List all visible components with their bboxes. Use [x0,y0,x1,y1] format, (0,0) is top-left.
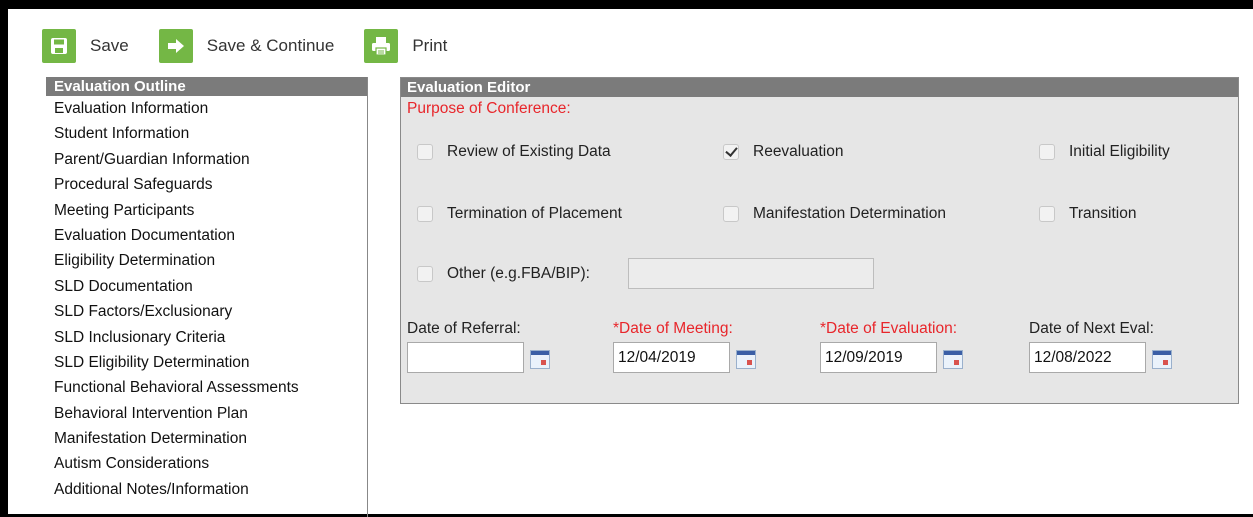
calendar-icon[interactable] [530,350,550,369]
outline-item-parent-guardian-information[interactable]: Parent/Guardian Information [54,147,367,172]
referral-date-label: Date of Referral: [407,320,521,337]
outline-item-procedural-safeguards[interactable]: Procedural Safeguards [54,172,367,197]
editor-header: Evaluation Editor [401,78,1238,97]
initial-eligibility-checkbox[interactable] [1039,144,1055,160]
option-review: Review of Existing Data [417,143,611,161]
option-termination: Termination of Placement [417,205,622,223]
purpose-label: Purpose of Conference: [407,100,571,117]
outline-item-fba[interactable]: Functional Behavioral Assessments [54,375,367,400]
option-reevaluation: Reevaluation [723,143,843,161]
outline-item-sld-inclusionary[interactable]: SLD Inclusionary Criteria [54,325,367,350]
transition-checkbox[interactable] [1039,206,1055,222]
outline-item-autism[interactable]: Autism Considerations [54,451,367,476]
outline-item-sld-eligibility[interactable]: SLD Eligibility Determination [54,350,367,375]
outline-item-manifestation[interactable]: Manifestation Determination [54,426,367,451]
reevaluation-label: Reevaluation [753,143,844,160]
outline-item-sld-documentation[interactable]: SLD Documentation [54,274,367,299]
evaluation-editor: Evaluation Editor Purpose of Conference:… [400,77,1239,404]
evaluation-date-input[interactable] [820,342,937,373]
review-checkbox[interactable] [417,144,433,160]
toolbar: Save Save & Continue Print [42,29,477,63]
outline-list: Evaluation Information Student Informati… [46,96,367,502]
outline-item-additional-notes[interactable]: Additional Notes/Information [54,477,367,502]
outline-item-sld-factors[interactable]: SLD Factors/Exclusionary [54,299,367,324]
manifestation-label: Manifestation Determination [753,205,946,222]
floppy-disk-icon [42,29,76,63]
outline-header: Evaluation Outline [46,77,367,96]
other-checkbox[interactable] [417,266,433,282]
save-continue-button[interactable]: Save & Continue [158,29,335,63]
next-eval-date-input[interactable] [1029,342,1146,373]
option-manifestation: Manifestation Determination [723,205,946,223]
calendar-icon[interactable] [1152,350,1172,369]
calendar-icon[interactable] [736,350,756,369]
outline-item-student-information[interactable]: Student Information [54,121,367,146]
next-eval-date-label: Date of Next Eval: [1029,320,1154,337]
option-other: Other (e.g.FBA/BIP): [417,265,590,283]
termination-label: Termination of Placement [447,205,622,222]
app-frame: Save Save & Continue Print Evaluation Ou… [8,9,1253,517]
arrow-right-icon [158,29,193,63]
transition-label: Transition [1069,205,1137,222]
initial-eligibility-label: Initial Eligibility [1069,143,1170,160]
option-initial: Initial Eligibility [1039,143,1170,161]
printer-icon [364,29,399,63]
save-continue-label: Save & Continue [206,36,335,55]
outline-item-meeting-participants[interactable]: Meeting Participants [54,198,367,223]
review-label: Review of Existing Data [447,143,611,160]
other-input[interactable] [628,258,874,289]
meeting-date-input[interactable] [613,342,730,373]
termination-checkbox[interactable] [417,206,433,222]
evaluation-outline: Evaluation Outline Evaluation Informatio… [46,77,368,517]
print-button[interactable]: Print [364,29,447,63]
outline-item-evaluation-documentation[interactable]: Evaluation Documentation [54,223,367,248]
save-label: Save [90,36,129,55]
reevaluation-checkbox[interactable] [723,144,739,160]
evaluation-date-label: *Date of Evaluation: [820,320,958,337]
other-label: Other (e.g.FBA/BIP): [447,265,590,282]
outline-item-evaluation-information[interactable]: Evaluation Information [54,96,367,121]
meeting-date-label: *Date of Meeting: [613,320,733,337]
save-button[interactable]: Save [42,29,129,63]
option-transition: Transition [1039,205,1136,223]
outline-item-eligibility-determination[interactable]: Eligibility Determination [54,248,367,273]
print-label: Print [412,36,448,55]
outline-item-bip[interactable]: Behavioral Intervention Plan [54,401,367,426]
referral-date-input[interactable] [407,342,524,373]
calendar-icon[interactable] [943,350,963,369]
manifestation-checkbox[interactable] [723,206,739,222]
